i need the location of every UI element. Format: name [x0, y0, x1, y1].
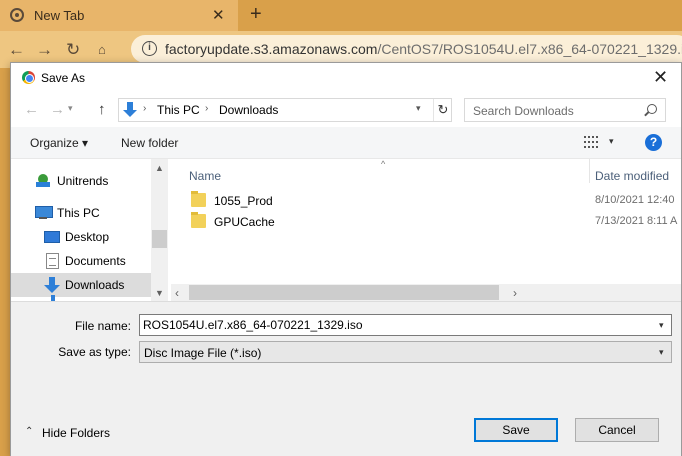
- url-path: /CentOS7/ROS1054U.el7.x86_64-070221_1329…: [377, 41, 682, 57]
- search-icon: [647, 104, 657, 114]
- new-folder-button[interactable]: New folder: [121, 136, 178, 150]
- url-text: factoryupdate.s3.amazonaws.com/CentOS7/R…: [165, 41, 682, 57]
- breadcrumb-downloads[interactable]: Downloads: [219, 103, 278, 117]
- nav-scrollbar[interactable]: ▲ ▼: [151, 159, 168, 301]
- file-list-scrollbar[interactable]: ‹ ›: [171, 284, 681, 301]
- scroll-right-icon[interactable]: ›: [513, 286, 517, 300]
- nav-item-desktop[interactable]: Desktop: [11, 225, 151, 249]
- view-options-icon[interactable]: [584, 136, 598, 148]
- folder-icon: [191, 191, 206, 207]
- downloads-icon: [44, 277, 60, 293]
- breadcrumb[interactable]: › This PC › Downloads ▾ ↻: [118, 98, 452, 122]
- dialog-titlebar: Save As ✕: [11, 63, 681, 93]
- scroll-up-icon[interactable]: ▲: [155, 163, 164, 173]
- chrome-logo-icon: [22, 71, 35, 84]
- reload-icon[interactable]: ↻: [66, 40, 80, 60]
- search-placeholder: Search Downloads: [473, 104, 574, 118]
- cancel-button[interactable]: Cancel: [575, 418, 659, 442]
- chrome-icon: [10, 8, 24, 22]
- tab-close-icon[interactable]: ✕: [212, 6, 225, 24]
- new-tab-button[interactable]: +: [250, 3, 262, 26]
- save-type-select[interactable]: Disc Image File (*.iso) ▾: [139, 341, 672, 363]
- tab-title: New Tab: [34, 8, 85, 23]
- recent-locations-icon[interactable]: ▾: [68, 103, 73, 114]
- file-name: 1055_Prod: [214, 194, 273, 208]
- tab-new-tab[interactable]: New Tab ✕: [0, 0, 238, 31]
- scroll-thumb[interactable]: [189, 285, 499, 300]
- file-date: 8/10/2021 12:40: [595, 194, 675, 206]
- navigation-pane: Unitrends This PC Desktop Documents Down…: [11, 159, 167, 301]
- file-name-dropdown-icon[interactable]: ▾: [659, 320, 664, 331]
- nav-item-unitrends[interactable]: Unitrends: [11, 169, 151, 193]
- chevron-down-icon: ▾: [659, 347, 664, 357]
- chevron-up-icon: ⌃: [25, 426, 34, 437]
- hide-folders-label: Hide Folders: [42, 426, 111, 440]
- save-button[interactable]: Save: [474, 418, 558, 442]
- address-row: ← → ▾ ↑ › This PC › Downloads ▾ ↻ Search…: [11, 93, 681, 127]
- computer-icon: [35, 206, 53, 220]
- scroll-down-icon[interactable]: ▼: [155, 288, 164, 298]
- organize-button[interactable]: Organize ▾: [30, 136, 88, 150]
- nav-item-label: Documents: [65, 254, 126, 268]
- file-name-field[interactable]: [139, 314, 672, 336]
- column-header-date[interactable]: Date modified: [595, 169, 669, 183]
- path-dropdown-icon[interactable]: ▾: [416, 103, 421, 114]
- refresh-icon[interactable]: ↻: [433, 99, 452, 121]
- address-bar[interactable]: i factoryupdate.s3.amazonaws.com/CentOS7…: [131, 35, 682, 63]
- nav-item-label: Downloads: [65, 278, 125, 292]
- nav-item-documents[interactable]: Documents: [11, 249, 151, 273]
- dialog-title: Save As: [41, 71, 86, 85]
- site-info-icon[interactable]: i: [142, 41, 157, 56]
- url-host: factoryupdate.s3.amazonaws.com: [165, 41, 378, 57]
- downloads-location-icon: [123, 102, 137, 118]
- command-bar: Organize ▾ New folder ▾ ?: [11, 127, 681, 159]
- nav-item-label: Unitrends: [57, 174, 109, 188]
- browser-tabstrip: New Tab ✕ +: [0, 0, 682, 31]
- list-item[interactable]: 1055_Prod 8/10/2021 12:40: [171, 191, 681, 211]
- file-list: ^ Name Date modified 1055_Prod 8/10/2021…: [171, 159, 681, 301]
- nav-item-this-pc[interactable]: This PC: [11, 201, 151, 225]
- scroll-thumb[interactable]: [152, 230, 167, 248]
- documents-icon: [46, 253, 59, 269]
- save-type-label: Save as type:: [58, 345, 131, 359]
- dialog-close-button[interactable]: ✕: [653, 67, 668, 88]
- save-form: File name: ▾ Save as type: Disc Image Fi…: [11, 301, 681, 456]
- nav-item-label: Desktop: [65, 230, 110, 244]
- nav-item-label: This PC: [57, 206, 100, 220]
- search-input[interactable]: Search Downloads: [464, 98, 666, 122]
- view-dropdown-icon[interactable]: ▾: [609, 136, 614, 147]
- breadcrumb-separator-icon[interactable]: ›: [143, 103, 146, 114]
- sort-indicator-icon: ^: [381, 159, 386, 169]
- forward-icon[interactable]: →: [36, 40, 53, 60]
- list-item[interactable]: GPUCache 7/13/2021 8:11 A: [171, 212, 681, 232]
- home-icon[interactable]: ⌂: [98, 42, 106, 57]
- file-name: GPUCache: [214, 215, 275, 229]
- hide-folders-button[interactable]: ⌃ Hide Folders: [25, 426, 115, 444]
- back-icon[interactable]: ←: [8, 40, 25, 60]
- nav-item-downloads[interactable]: Downloads: [11, 273, 151, 297]
- back-arrow-icon[interactable]: ←: [24, 101, 39, 118]
- help-button[interactable]: ?: [645, 134, 662, 151]
- unitrends-icon: [36, 174, 50, 188]
- forward-arrow-icon[interactable]: →: [50, 101, 65, 118]
- desktop-icon: [44, 231, 60, 243]
- column-divider[interactable]: [589, 159, 590, 183]
- breadcrumb-this-pc[interactable]: This PC: [157, 103, 200, 117]
- file-name-label: File name:: [74, 319, 131, 333]
- save-type-value: Disc Image File (*.iso): [144, 346, 262, 360]
- column-header-name[interactable]: Name: [189, 169, 221, 183]
- breadcrumb-separator-icon[interactable]: ›: [205, 103, 208, 114]
- file-date: 7/13/2021 8:11 A: [595, 215, 678, 227]
- folder-icon: [191, 212, 206, 228]
- save-as-dialog: Save As ✕ ← → ▾ ↑ › This PC › Downloads …: [10, 62, 682, 456]
- scroll-left-icon[interactable]: ‹: [175, 286, 179, 300]
- up-arrow-icon[interactable]: ↑: [98, 101, 106, 118]
